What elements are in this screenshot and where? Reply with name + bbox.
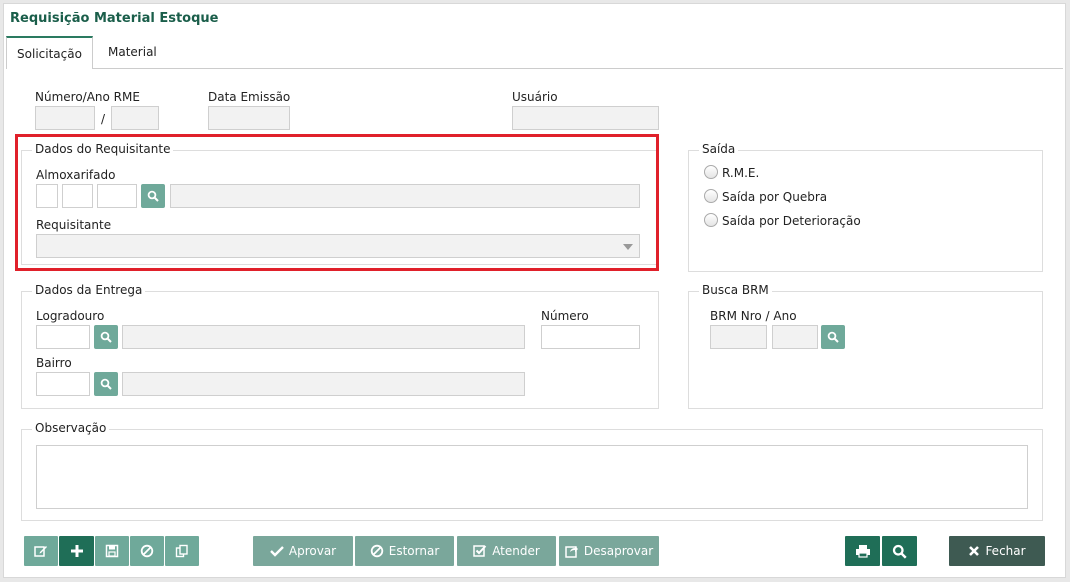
save-icon: [105, 544, 119, 558]
logradouro-description: [122, 325, 525, 349]
entrega-legend: Dados da Entrega: [32, 283, 146, 297]
bairro-description: [122, 372, 525, 396]
add-button[interactable]: [59, 536, 94, 566]
logradouro-label: Logradouro: [36, 309, 105, 323]
numero-label: Número: [541, 309, 589, 323]
save-button[interactable]: [95, 536, 129, 566]
tab-divider: [6, 68, 1063, 69]
numero-ano-label: Número/Ano RME: [35, 90, 140, 104]
logradouro-search-button[interactable]: [94, 325, 118, 349]
radio-saida-deterioracao-label: Saída por Deterioração: [722, 214, 861, 228]
data-emissao-label: Data Emissão: [208, 90, 291, 104]
aprovar-label: Aprovar: [288, 544, 337, 558]
atender-button[interactable]: Atender: [457, 536, 556, 566]
search-icon: [892, 544, 907, 559]
logradouro-code-input[interactable]: [36, 325, 90, 349]
share-icon: [565, 546, 578, 558]
radio-saida-quebra[interactable]: [704, 189, 718, 203]
desaprovar-label: Desaprovar: [583, 544, 654, 558]
close-icon: [969, 546, 980, 556]
bairro-label: Bairro: [36, 356, 72, 370]
usuario-label: Usuário: [512, 90, 558, 104]
print-icon: [855, 545, 870, 558]
search-icon: [100, 378, 112, 390]
bairro-code-input[interactable]: [36, 372, 90, 396]
check-icon: [270, 546, 284, 557]
search-button[interactable]: [882, 536, 917, 566]
numero-input[interactable]: [541, 325, 640, 349]
ban-icon: [370, 544, 383, 558]
tab-solicitacao[interactable]: Solicitação: [6, 36, 93, 69]
ban-icon: [140, 544, 154, 558]
radio-rme[interactable]: [704, 165, 718, 179]
desaprovar-button[interactable]: Desaprovar: [559, 536, 659, 566]
radio-saida-quebra-label: Saída por Quebra: [722, 190, 828, 204]
copy-icon: [175, 544, 188, 558]
window-title: Requisição Material Estoque: [10, 11, 219, 26]
radio-saida-deterioracao[interactable]: [704, 213, 718, 227]
fechar-button[interactable]: Fechar: [949, 536, 1045, 566]
search-icon: [827, 331, 839, 343]
numero-ano-separator: /: [101, 112, 106, 126]
copy-button[interactable]: [165, 536, 199, 566]
radio-rme-label: R.M.E.: [722, 166, 760, 180]
aprovar-button[interactable]: Aprovar: [253, 536, 353, 566]
ano-rme-input[interactable]: [111, 106, 159, 130]
tab-material[interactable]: Material: [96, 36, 169, 69]
estornar-button[interactable]: Estornar: [355, 536, 454, 566]
busca-brm-legend: Busca BRM: [699, 283, 772, 297]
search-icon: [100, 331, 112, 343]
main-window: Requisição Material Estoque Solicitação …: [3, 3, 1066, 578]
cancel-button[interactable]: [130, 536, 164, 566]
highlight-box: [15, 134, 659, 271]
bairro-search-button[interactable]: [94, 372, 118, 396]
edit-button[interactable]: [24, 536, 58, 566]
observacao-legend: Observação: [32, 421, 110, 435]
numero-rme-input[interactable]: [35, 106, 95, 130]
data-emissao-input[interactable]: [208, 106, 290, 130]
brm-search-button[interactable]: [821, 325, 845, 349]
print-button[interactable]: [845, 536, 880, 566]
usuario-input[interactable]: [512, 106, 659, 130]
estornar-label: Estornar: [388, 544, 440, 558]
atender-label: Atender: [492, 544, 540, 558]
observacao-textarea[interactable]: [36, 445, 1028, 509]
brm-nro-input[interactable]: [710, 325, 767, 349]
edit-icon: [34, 546, 47, 557]
plus-icon: [70, 545, 83, 557]
brm-ano-input[interactable]: [772, 325, 818, 349]
check-square-icon: [473, 545, 487, 557]
brm-nro-ano-label: BRM Nro / Ano: [710, 309, 797, 323]
fechar-label: Fechar: [985, 544, 1026, 558]
saida-legend: Saída: [699, 142, 739, 156]
